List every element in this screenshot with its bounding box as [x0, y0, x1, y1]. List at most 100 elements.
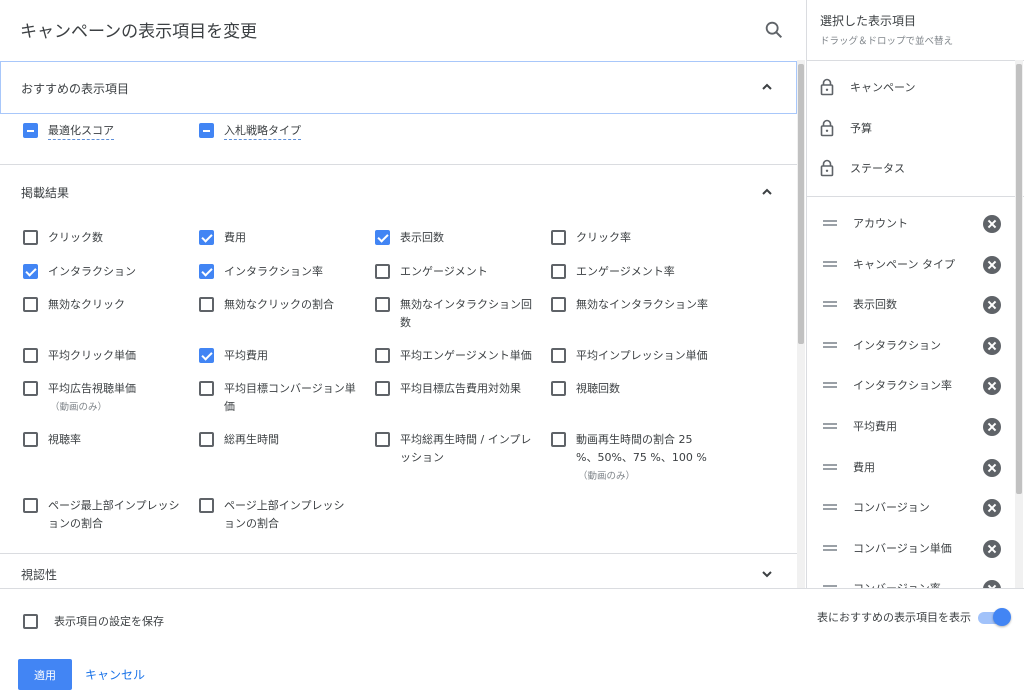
lock-icon — [820, 159, 834, 177]
results-checkbox[interactable] — [375, 230, 390, 245]
drag-handle-icon[interactable] — [823, 544, 837, 551]
results-checkbox[interactable] — [23, 432, 38, 447]
apply-button[interactable]: 適用 — [18, 659, 72, 690]
selected-column-label: アカウント — [853, 217, 908, 230]
selected-column-label: コンバージョン — [853, 501, 930, 515]
results-checkbox[interactable] — [375, 381, 390, 396]
drag-handle-icon[interactable] — [823, 220, 837, 226]
columns-panel: キャンペーンの表示項目を変更 おすすめの表示項目 最適化スコア 入札戦略タイプ … — [0, 0, 806, 588]
results-label: 総再生時間 — [224, 433, 279, 446]
remove-column-icon[interactable] — [983, 215, 1001, 233]
results-checkbox[interactable] — [551, 432, 566, 447]
drag-handle-icon[interactable] — [823, 341, 837, 348]
selected-column-item[interactable]: アカウント — [807, 215, 1017, 255]
drag-handle-icon[interactable] — [823, 260, 837, 267]
results-label: インタラクション率 — [224, 265, 323, 278]
results-checkbox[interactable] — [199, 297, 214, 312]
remove-column-icon[interactable] — [983, 418, 1001, 436]
results-checkbox[interactable] — [551, 264, 566, 279]
results-checkbox[interactable] — [23, 348, 38, 363]
results-checkbox[interactable] — [551, 381, 566, 396]
remove-column-icon[interactable] — [983, 539, 1001, 558]
results-label-continued: 価 — [224, 400, 235, 413]
results-label: ページ最上部インプレッシ — [48, 499, 180, 512]
cancel-button[interactable]: キャンセル — [85, 666, 145, 683]
remove-column-icon[interactable] — [983, 499, 1001, 518]
remove-column-icon[interactable] — [983, 580, 1001, 588]
selected-column-item[interactable]: 費用 — [807, 458, 1017, 499]
chevron-up-icon[interactable] — [760, 185, 774, 199]
results-label: 平均クリック単価 — [48, 349, 136, 362]
results-checkbox[interactable] — [23, 498, 38, 513]
selected-panel-subtitle: ドラッグ＆ドロップで並べ替え — [820, 36, 954, 47]
results-checkbox[interactable] — [199, 498, 214, 513]
locked-column-label: 予算 — [850, 122, 872, 135]
results-label: エンゲージメント — [400, 265, 488, 278]
selected-column-item[interactable]: コンバージョン単価 — [807, 539, 1017, 580]
results-checkbox[interactable] — [23, 230, 38, 245]
results-checkbox[interactable] — [551, 297, 566, 312]
left-scrollbar-thumb[interactable] — [798, 64, 804, 344]
results-label: 動画再生時間の割合 25 — [576, 433, 693, 446]
results-checkbox[interactable] — [199, 348, 214, 363]
recommended-checkbox-bid-strategy-type[interactable] — [199, 123, 214, 138]
results-checkbox[interactable] — [375, 297, 390, 312]
results-checkbox[interactable] — [23, 264, 38, 279]
selected-column-item[interactable]: インタラクション — [807, 336, 1017, 377]
results-checkbox[interactable] — [375, 264, 390, 279]
selected-column-item[interactable]: コンバージョン — [807, 499, 1017, 539]
locked-column-item: ステータス — [807, 159, 1017, 199]
results-label-continued: 数 — [400, 316, 411, 329]
selected-column-item[interactable]: 平均費用 — [807, 418, 1017, 458]
show-recommended-toggle-label: 表におすすめの表示項目を表示 — [817, 611, 971, 624]
selected-column-item[interactable]: コンバージョン率 — [807, 580, 1017, 588]
selected-column-item[interactable]: キャンペーン タイプ — [807, 255, 1017, 296]
results-checkbox[interactable] — [551, 348, 566, 363]
results-label: インタラクション — [48, 265, 136, 278]
results-checkbox[interactable] — [23, 381, 38, 396]
drag-handle-icon[interactable] — [823, 382, 837, 389]
results-label: 平均目標広告費用対効果 — [400, 382, 521, 395]
results-label: クリック率 — [576, 231, 631, 244]
results-label-continued: %、50%、75 %、100 % — [576, 451, 707, 464]
drag-handle-icon[interactable] — [823, 504, 837, 511]
selected-panel-title: 選択した表示項目 — [820, 14, 917, 28]
chevron-down-icon[interactable] — [760, 567, 774, 581]
results-note: （動画のみ） — [50, 402, 108, 413]
results-checkbox[interactable] — [551, 230, 566, 245]
save-settings-label: 表示項目の設定を保存 — [54, 615, 164, 628]
save-settings-checkbox[interactable] — [23, 614, 38, 629]
selected-column-item[interactable]: 表示回数 — [807, 296, 1017, 336]
remove-column-icon[interactable] — [983, 377, 1001, 396]
section-divider — [0, 553, 797, 554]
drag-handle-icon[interactable] — [823, 423, 837, 429]
results-checkbox[interactable] — [199, 230, 214, 245]
drag-handle-icon[interactable] — [823, 301, 837, 308]
remove-column-icon[interactable] — [983, 296, 1001, 315]
show-recommended-toggle-knob[interactable] — [993, 608, 1011, 626]
remove-column-icon[interactable] — [983, 458, 1001, 477]
drag-handle-icon[interactable] — [823, 463, 837, 470]
results-label: クリック数 — [48, 231, 103, 244]
selected-column-label: 費用 — [853, 460, 875, 474]
selected-column-item[interactable]: インタラクション率 — [807, 377, 1017, 417]
results-checkbox[interactable] — [23, 297, 38, 312]
selected-column-label: コンバージョン単価 — [853, 541, 952, 555]
remove-column-icon[interactable] — [983, 255, 1001, 274]
selected-column-label: 平均費用 — [853, 420, 897, 433]
right-scrollbar-thumb[interactable] — [1016, 64, 1022, 494]
remove-column-icon[interactable] — [983, 336, 1001, 355]
recommended-section-title: おすすめの表示項目 — [21, 82, 130, 96]
results-checkbox[interactable] — [199, 381, 214, 396]
results-checkbox[interactable] — [199, 432, 214, 447]
viewability-section-title: 視認性 — [21, 568, 58, 582]
chevron-up-icon[interactable] — [760, 80, 774, 94]
results-checkbox[interactable] — [375, 432, 390, 447]
results-checkbox[interactable] — [199, 264, 214, 279]
recommended-checkbox-optimization-score[interactable] — [23, 123, 38, 138]
search-icon[interactable] — [763, 19, 785, 41]
selected-columns-panel: 選択した表示項目 ドラッグ＆ドロップで並べ替え キャンペーン 予算 ステータス アカ… — [806, 0, 1024, 588]
results-checkbox[interactable] — [375, 348, 390, 363]
results-label-continued: ョンの割合 — [224, 517, 279, 530]
change-columns-dialog: キャンペーンの表示項目を変更 おすすめの表示項目 最適化スコア 入札戦略タイプ … — [0, 0, 1024, 694]
